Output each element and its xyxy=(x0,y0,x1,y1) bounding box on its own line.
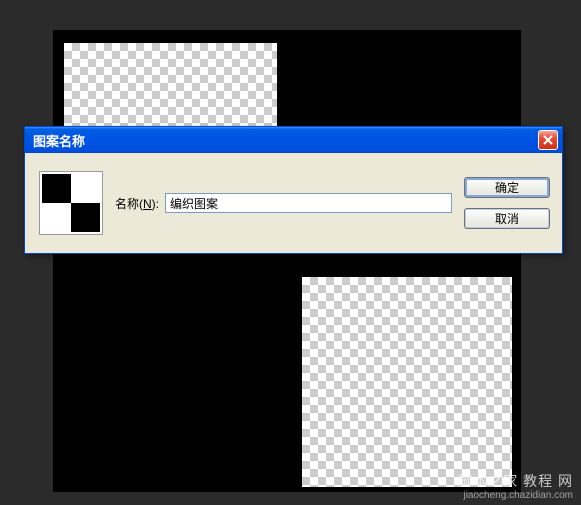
cancel-button[interactable]: 取消 xyxy=(464,208,550,229)
name-field-wrap: 名称(N): xyxy=(115,193,452,213)
transparent-layer-bottom xyxy=(302,277,512,487)
pattern-name-dialog: 图案名称 名称(N): 确定 取消 xyxy=(24,126,563,254)
canvas-area xyxy=(53,30,521,492)
watermark-line1: 脚本之家 教程 网 xyxy=(458,473,573,490)
dialog-buttons: 确定 取消 xyxy=(464,177,550,229)
pattern-preview-swatch xyxy=(42,174,100,232)
pattern-preview xyxy=(39,171,103,235)
dialog-body: 名称(N): 确定 取消 xyxy=(25,153,562,253)
watermark: 脚本之家 教程 网 jiaocheng.chazidian.com xyxy=(458,473,573,502)
close-button[interactable] xyxy=(538,130,558,150)
close-icon xyxy=(543,135,553,145)
watermark-line2: jiaocheng.chazidian.com xyxy=(458,490,573,502)
dialog-title: 图案名称 xyxy=(33,131,85,150)
ok-button[interactable]: 确定 xyxy=(464,177,550,198)
pattern-name-input[interactable] xyxy=(165,193,452,213)
name-label: 名称(N): xyxy=(115,195,159,212)
dialog-titlebar[interactable]: 图案名称 xyxy=(25,127,562,153)
